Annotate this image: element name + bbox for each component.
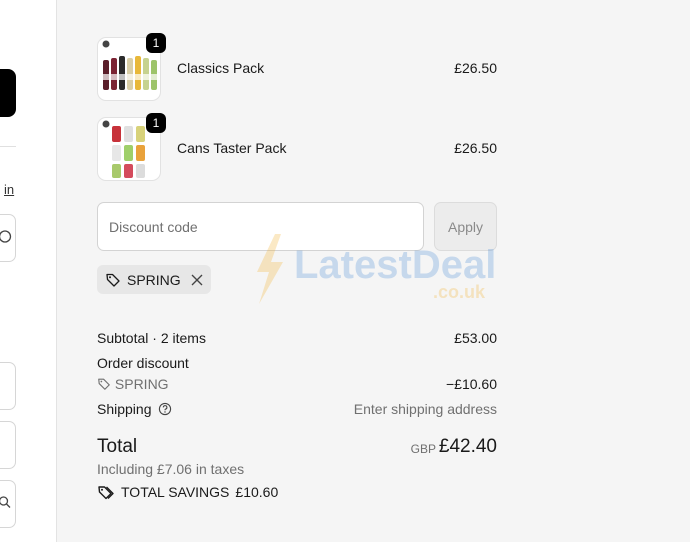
order-discount-code: SPRING [114,376,169,392]
line-item: 1 Classics Pack £26.50 [97,33,497,101]
form-field[interactable] [0,421,16,469]
product-price: £26.50 [454,140,497,156]
product-name: Cans Taster Pack [177,140,287,156]
order-summary-panel: 1 Classics Pack £26.50 1 Cans Taster Pac… [57,0,690,542]
watermark-domain: .co.uk [433,282,486,302]
help-circle-icon [0,230,12,247]
product-name: Classics Pack [177,60,265,76]
order-discount-value: −£10.60 [446,376,497,392]
quantity-badge: 1 [146,113,166,133]
tag-icon [98,378,110,390]
subtotal-value: £53.00 [454,330,497,346]
address-search-field[interactable] [0,480,16,528]
apply-discount-button[interactable]: Apply [434,202,497,251]
shipping-row: Shipping Enter shipping address [97,401,497,417]
sign-in-link[interactable]: in [4,182,14,197]
total-savings: TOTAL SAVINGS £10.60 [97,484,278,500]
form-field[interactable] [0,362,16,410]
help-circle-icon[interactable] [158,402,172,416]
applied-discount-chip: SPRING [97,265,211,294]
order-discount-code-row: SPRING −£10.60 [97,376,497,392]
tax-note: Including £7.06 in taxes [97,461,245,477]
subtotal-row: Subtotal · 2 items £53.00 [97,330,497,346]
total-savings-value: £10.60 [235,484,279,500]
checkout-page: in 1 Classics Pack £26.50 1 Cans Taster … [0,0,690,542]
total-savings-label: TOTAL SAVINGS [121,484,230,500]
remove-discount-icon[interactable] [191,274,203,286]
primary-pay-button[interactable] [0,69,16,117]
quantity-badge: 1 [146,33,166,53]
tags-icon [98,486,114,500]
currency-code: GBP [410,442,436,456]
tag-icon [106,273,120,287]
subtotal-label: Subtotal · 2 items [97,330,206,346]
checkout-form-column: in [0,0,57,542]
shipping-value: Enter shipping address [353,401,497,417]
product-price: £26.50 [454,60,497,76]
shipping-label: Shipping [97,401,152,417]
form-divider [0,146,16,147]
applied-discount-code: SPRING [127,271,181,288]
form-field[interactable] [0,214,16,262]
total-label: Total [97,436,138,457]
search-icon [0,496,12,513]
discount-code-input[interactable] [97,202,424,251]
order-discount-label: Order discount [97,355,189,371]
order-discount-row: Order discount [97,355,497,371]
line-item: 1 Cans Taster Pack £26.50 [97,113,497,181]
total-value: £42.40 [438,436,497,457]
